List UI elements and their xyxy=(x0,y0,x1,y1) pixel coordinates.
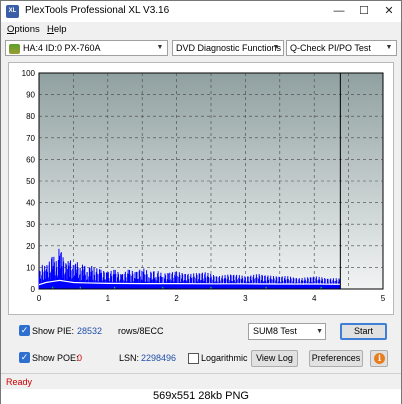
y-tick-label: 90 xyxy=(26,91,35,100)
minimize-button[interactable]: — xyxy=(327,1,351,22)
logarithmic-checkbox[interactable] xyxy=(188,353,199,364)
start-button[interactable]: Start xyxy=(340,323,387,340)
y-tick-label: 40 xyxy=(26,199,35,208)
menu-bar: Options Help xyxy=(1,22,401,38)
y-tick-label: 10 xyxy=(26,263,35,272)
test-mode-value: SUM8 Test xyxy=(253,326,297,336)
x-tick-label: 3 xyxy=(243,294,248,303)
y-tick-label: 60 xyxy=(26,155,35,164)
drive-select-value: HA:4 ID:0 PX-760A xyxy=(23,43,101,53)
show-poe-label: Show POE: xyxy=(32,353,79,363)
chevron-down-icon: ▼ xyxy=(316,328,323,335)
title-bar: XL PlexTools Professional XL V3.16 — ☐ ✕ xyxy=(1,1,401,22)
close-button[interactable]: ✕ xyxy=(377,1,401,22)
function-select[interactable]: DVD Diagnostic Functions ▼ xyxy=(172,40,284,56)
toolbar: HA:4 ID:0 PX-760A ▼ DVD Diagnostic Funct… xyxy=(1,38,401,60)
y-tick-label: 100 xyxy=(22,69,36,78)
test-select-value: Q-Check PI/PO Test xyxy=(290,43,371,53)
y-tick-label: 70 xyxy=(26,134,35,143)
status-bar: Ready xyxy=(1,373,401,389)
lsn-label: LSN: xyxy=(119,353,140,363)
x-tick-label: 1 xyxy=(106,294,111,303)
y-tick-label: 50 xyxy=(26,177,35,186)
drive-icon xyxy=(9,43,20,54)
lsn-value: 2298496 xyxy=(141,353,177,363)
function-select-value: DVD Diagnostic Functions xyxy=(176,43,282,53)
chevron-down-icon: ▼ xyxy=(156,44,164,51)
y-tick-label: 20 xyxy=(26,242,35,251)
pie-unit-label: rows/8ECC xyxy=(118,326,164,336)
app-window: XL PlexTools Professional XL V3.16 — ☐ ✕… xyxy=(0,0,402,404)
y-tick-label: 80 xyxy=(26,112,35,121)
info-button[interactable]: i xyxy=(370,350,388,367)
x-tick-label: 5 xyxy=(381,294,386,303)
logarithmic-label: Logarithmic xyxy=(201,353,248,363)
poe-count-value: 0 xyxy=(77,353,83,363)
app-icon: XL xyxy=(6,5,19,18)
chevron-down-icon: ▼ xyxy=(272,44,280,51)
menu-help[interactable]: Help xyxy=(47,24,67,35)
maximize-button[interactable]: ☐ xyxy=(352,1,376,22)
x-tick-label: 0 xyxy=(37,294,42,303)
window-title: PlexTools Professional XL V3.16 xyxy=(25,5,170,16)
view-log-button[interactable]: View Log xyxy=(251,350,298,367)
y-tick-label: 0 xyxy=(31,285,36,294)
y-tick-label: 30 xyxy=(26,220,35,229)
menu-options[interactable]: Options xyxy=(7,24,40,35)
chevron-down-icon: ▼ xyxy=(385,44,393,51)
show-pie-label: Show PIE: xyxy=(32,326,75,336)
pi-po-chart: 10090807060504030201000 1 2 3 4 5 xyxy=(22,69,386,303)
drive-select[interactable]: HA:4 ID:0 PX-760A ▼ xyxy=(5,40,168,56)
x-tick-label: 4 xyxy=(312,294,317,303)
test-select[interactable]: Q-Check PI/PO Test ▼ xyxy=(286,40,397,56)
show-pie-checkbox[interactable]: ✓ xyxy=(19,325,30,336)
x-tick-label: 2 xyxy=(174,294,179,303)
preferences-button[interactable]: Preferences xyxy=(309,350,363,367)
test-mode-select[interactable]: SUM8 Test ▼ xyxy=(248,323,326,340)
pie-count-value: 28532 xyxy=(77,326,103,336)
image-caption: 569x551 28kb PNG xyxy=(1,389,401,404)
status-text: Ready xyxy=(6,377,33,387)
chart-panel: 100 90 80 70 60 50 40 30 20 10 0 0 1 2 3 4 5 xyxy=(8,62,394,315)
info-icon: i xyxy=(374,353,385,364)
show-poe-checkbox[interactable]: ✓ xyxy=(19,352,30,363)
